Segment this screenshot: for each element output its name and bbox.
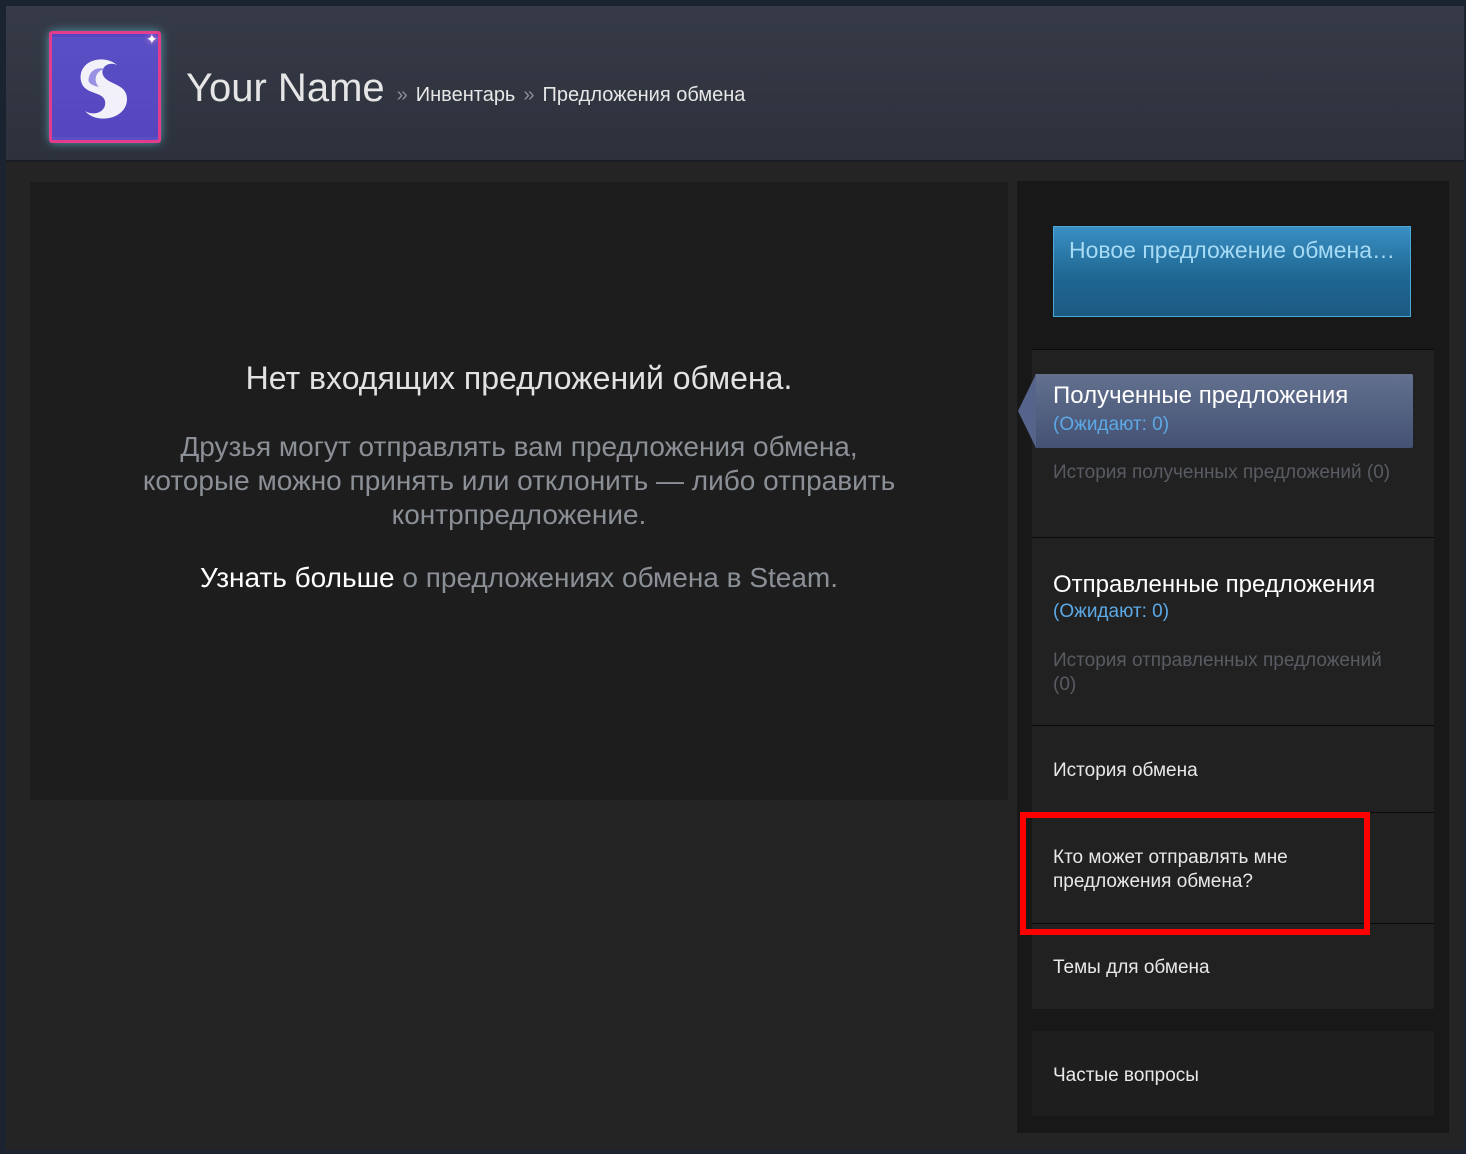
sent-offers-title[interactable]: Отправленные предложения (1053, 571, 1375, 599)
breadcrumb-trade-offers: Предложения обмена (542, 84, 746, 106)
avatar[interactable] (52, 34, 158, 140)
active-arrow-icon (1018, 374, 1036, 448)
received-history-link[interactable]: История полученных предложений (0) (1053, 461, 1403, 485)
steam-swirl-logo-icon (80, 59, 127, 119)
received-pending-count: (Ожидают: 0) (1053, 414, 1170, 435)
learn-more-text: о предложениях обмена в Steam. (394, 562, 839, 593)
empty-state-description: Друзья могут отправлять вам предложения … (142, 431, 896, 530)
new-trade-offer-button[interactable]: Новое предложение обмена… (1053, 226, 1411, 317)
received-offers-title: Полученные предложения (1053, 382, 1349, 409)
breadcrumb-separator: » (396, 84, 408, 106)
breadcrumb: Your Name » Инвентарь » Предложения обме… (186, 66, 745, 111)
trade-offers-panel: Нет входящих предложений обмена. Друзья … (30, 182, 1008, 800)
red-highlight-annotation (1020, 812, 1370, 935)
sent-pending-count: (Ожидают: 0) (1053, 601, 1170, 622)
profile-header: ✦ Your Name » Инвентарь » Предложения об… (6, 6, 1464, 162)
empty-state-title: Нет входящих предложений обмена. (245, 360, 793, 396)
learn-more-link[interactable]: Узнать больше (200, 562, 395, 593)
breadcrumb-inventory-link[interactable]: Инвентарь (416, 84, 516, 107)
trade-topics-link[interactable]: Темы для обмена (1053, 956, 1210, 980)
trade-sidebar: Новое предложение обмена… Полученные пре… (1017, 181, 1449, 1133)
trade-history-link[interactable]: История обмена (1053, 759, 1198, 783)
profile-name-link[interactable]: Your Name (186, 66, 385, 111)
received-offers-tab[interactable]: Полученные предложения (Ожидают: 0) (1018, 374, 1413, 448)
faq-link[interactable]: Частые вопросы (1053, 1064, 1199, 1088)
learn-more-line: Узнать больше о предложениях обмена в St… (30, 562, 1008, 594)
sparkle-icon: ✦ (146, 31, 158, 47)
breadcrumb-separator: » (523, 84, 535, 106)
sent-history-link[interactable]: История отправленных предложений (0) (1053, 649, 1403, 697)
